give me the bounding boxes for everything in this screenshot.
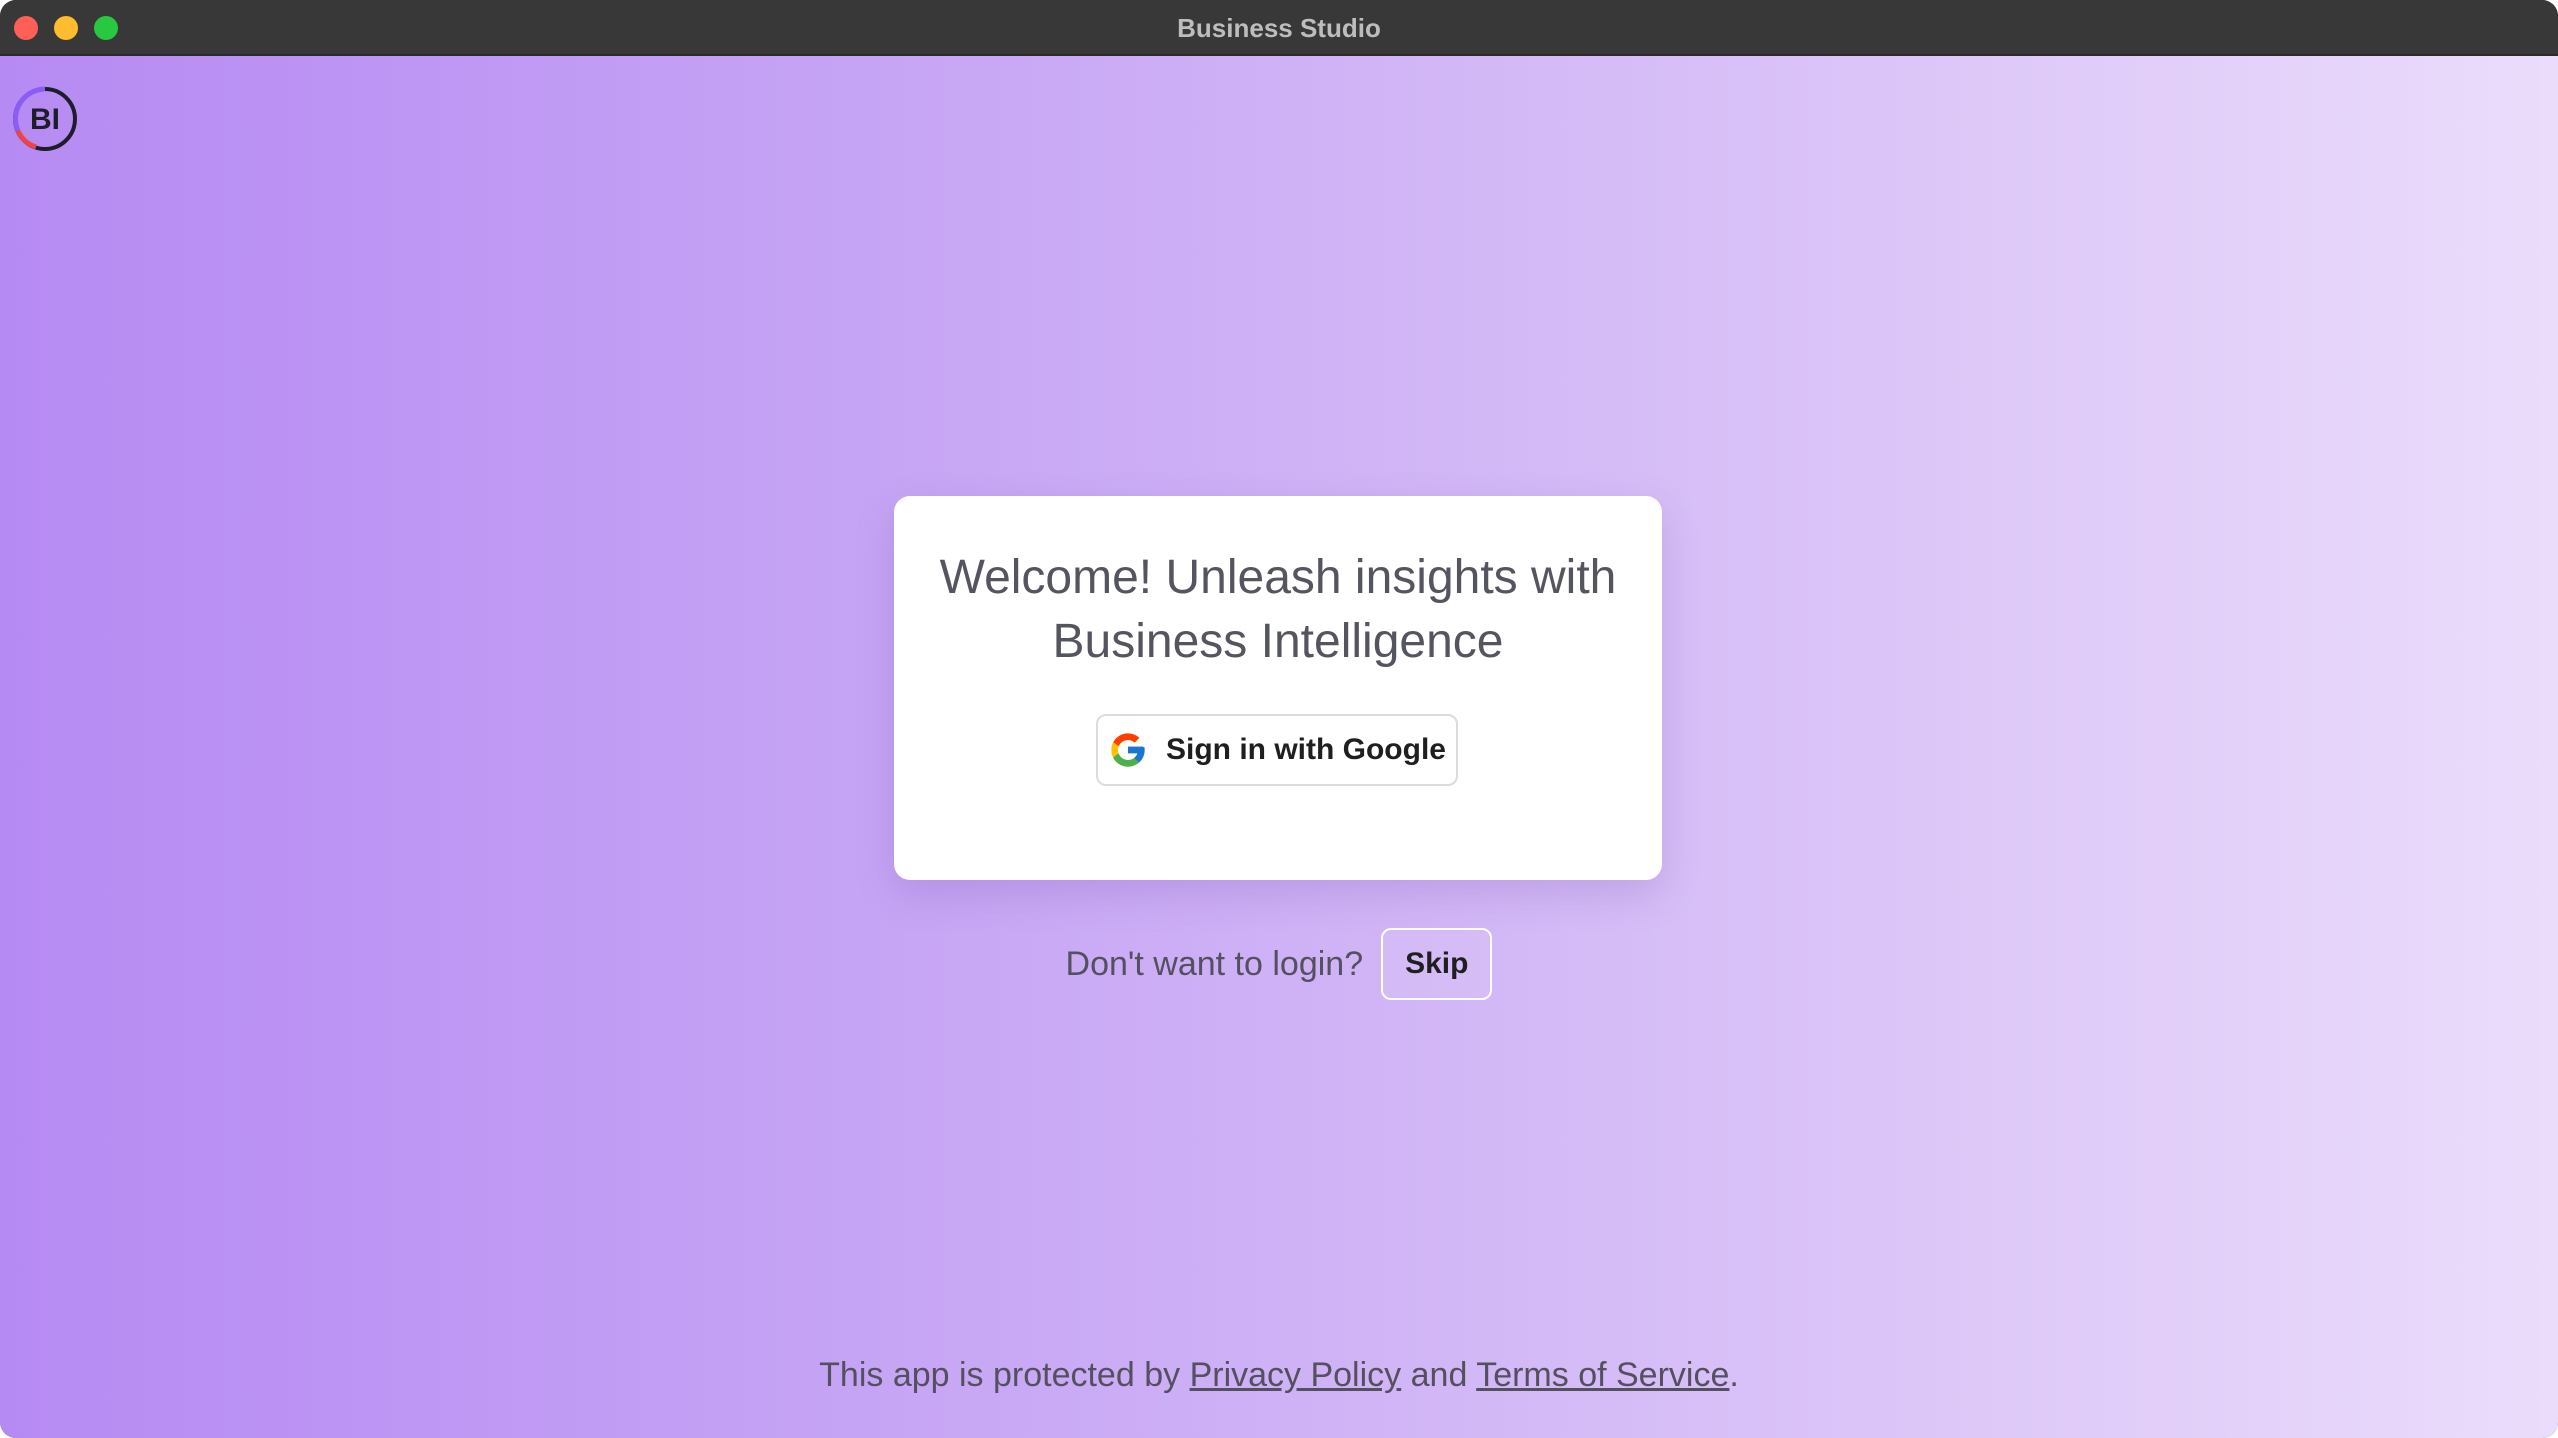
welcome-headline: Welcome! Unleash insights with Business … bbox=[939, 551, 1617, 668]
skip-row: Don't want to login? Skip bbox=[0, 928, 2558, 1000]
logo-text: BI bbox=[30, 103, 60, 136]
window-title: Business Studio bbox=[1177, 13, 1381, 43]
login-card: Welcome! Unleash insights with Business … bbox=[894, 496, 1662, 880]
skip-prompt: Don't want to login? bbox=[1065, 944, 1364, 983]
legal-footer: This app is protected by Privacy Policy … bbox=[0, 1356, 2558, 1395]
app-window: Business Studio BI Welcome! Unleash insi… bbox=[0, 0, 2558, 1438]
privacy-policy-link[interactable]: Privacy Policy bbox=[1190, 1356, 1402, 1394]
google-sign-in-label: Sign in with Google bbox=[1166, 733, 1446, 766]
bi-logo-icon: BI bbox=[13, 86, 77, 151]
footer-suffix: . bbox=[1729, 1356, 1739, 1394]
footer-conjunction: and bbox=[1410, 1356, 1468, 1394]
terms-of-service-link[interactable]: Terms of Service bbox=[1476, 1356, 1729, 1394]
footer-prefix: This app is protected by bbox=[819, 1356, 1181, 1394]
google-g-icon bbox=[1111, 733, 1145, 767]
skip-button[interactable]: Skip bbox=[1381, 928, 1493, 1000]
title-bar[interactable]: Business Studio bbox=[0, 0, 2558, 56]
main-content: BI Welcome! Unleash insights with Busine… bbox=[0, 56, 2558, 1438]
google-sign-in-button[interactable]: Sign in with Google bbox=[1096, 714, 1458, 786]
